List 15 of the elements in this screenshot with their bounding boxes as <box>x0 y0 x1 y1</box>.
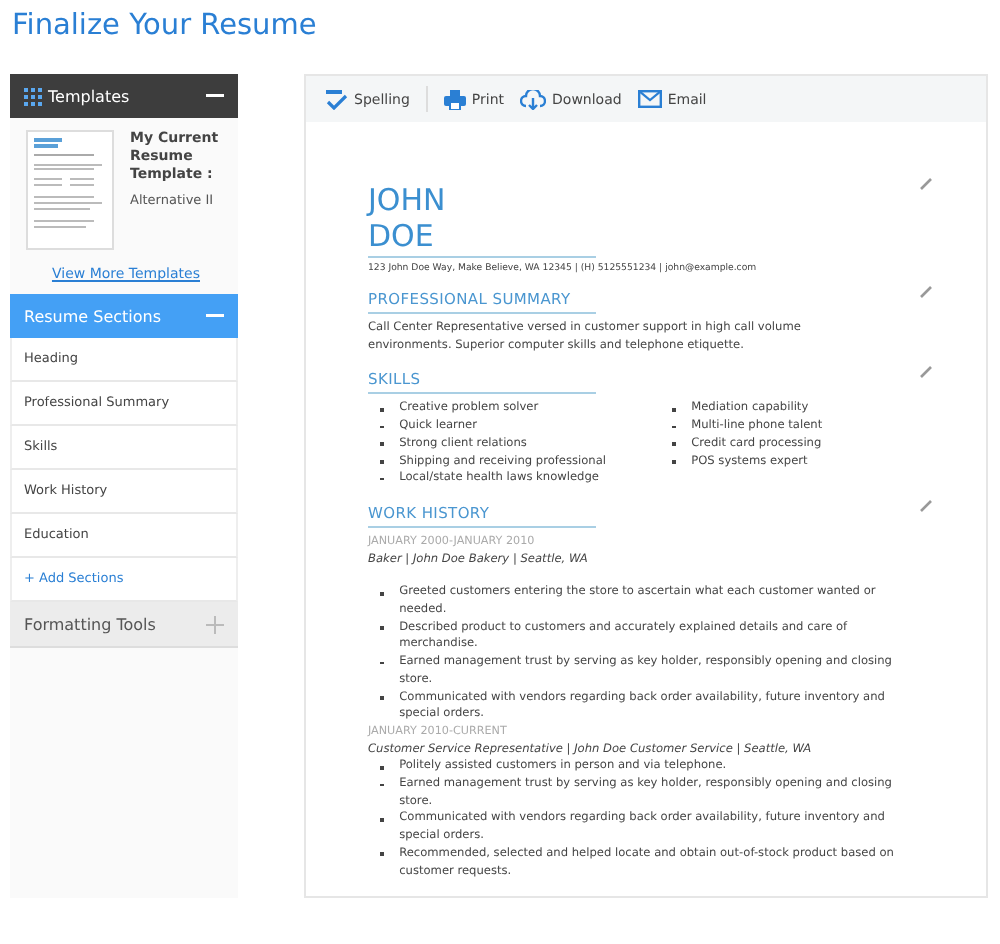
last-name: DOE <box>368 218 434 254</box>
edit-pencil-icon[interactable] <box>920 366 932 379</box>
template-thumbnail[interactable] <box>26 130 114 250</box>
templates-header[interactable]: Templates <box>10 74 238 118</box>
page-title: Finalize Your Resume <box>10 8 319 44</box>
cloud-download-icon <box>520 89 547 109</box>
envelope-icon <box>637 90 662 108</box>
edit-pencil-icon[interactable] <box>920 286 932 298</box>
edit-pencil-icon[interactable] <box>920 499 932 512</box>
first-name: JOHN <box>368 182 446 218</box>
spellcheck-icon <box>326 89 348 109</box>
grid-icon <box>24 87 42 105</box>
edit-pencil-icon[interactable] <box>920 178 932 190</box>
formatting-tools-header[interactable]: Formatting Tools <box>10 602 238 648</box>
printer-icon <box>443 89 466 109</box>
